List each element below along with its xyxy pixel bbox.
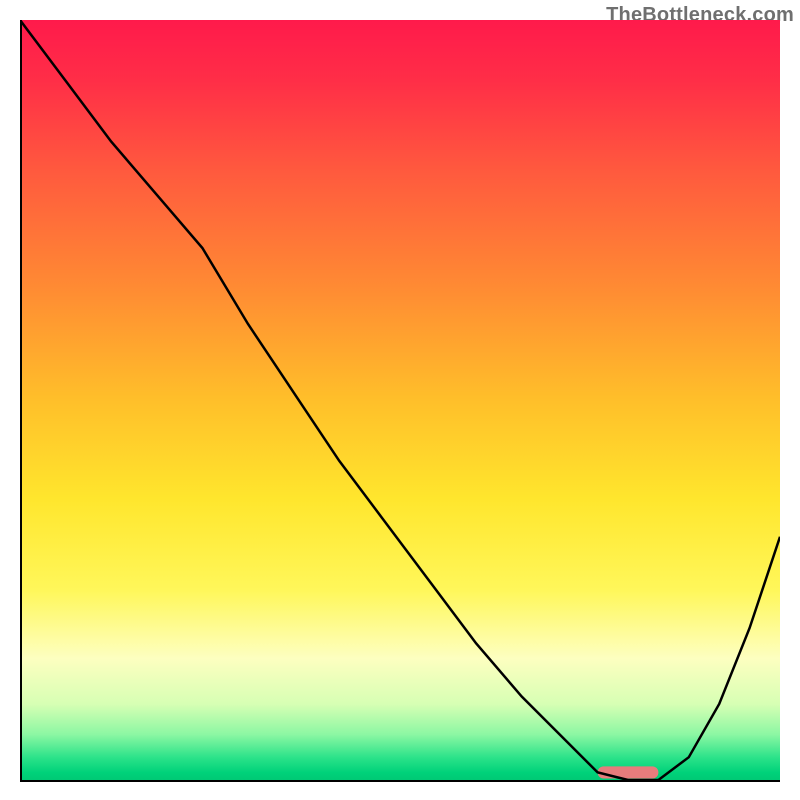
x-axis bbox=[20, 780, 780, 782]
gradient-background bbox=[20, 20, 780, 780]
plot-svg bbox=[20, 20, 780, 780]
plot-area bbox=[20, 20, 780, 780]
bottleneck-chart: TheBottleneck.com bbox=[0, 0, 800, 800]
y-axis bbox=[20, 20, 22, 780]
optimal-range-marker bbox=[598, 766, 659, 778]
